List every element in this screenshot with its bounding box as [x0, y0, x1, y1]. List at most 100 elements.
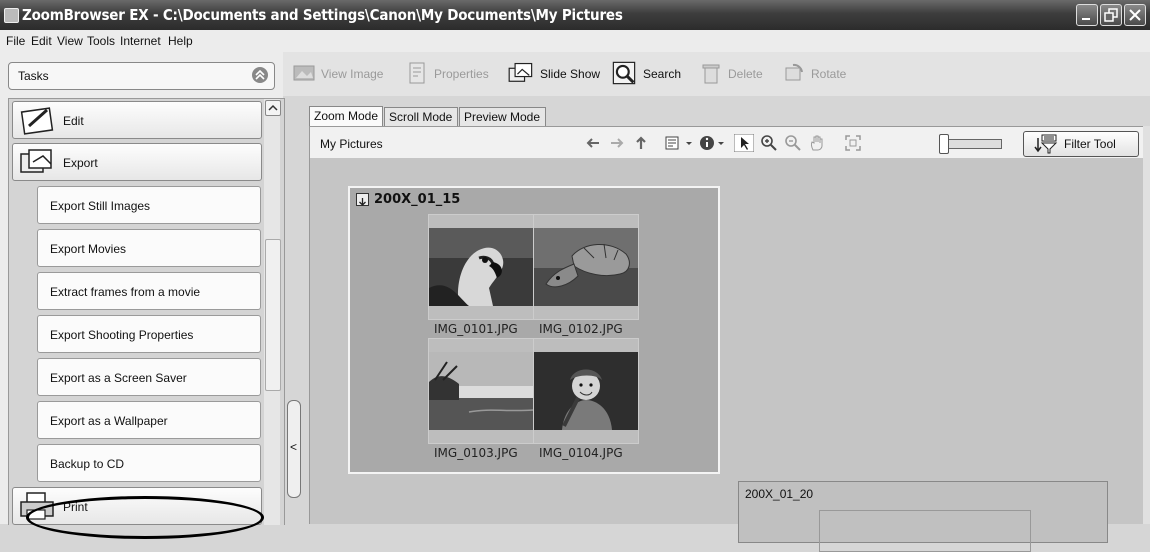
extract-frames-label: Extract frames from a movie [50, 285, 201, 299]
tab-preview-mode[interactable]: Preview Mode [459, 107, 546, 126]
thumbnail-img-0101[interactable] [428, 214, 534, 320]
backup-to-cd-button[interactable]: Backup to CD [37, 444, 261, 482]
view-image-icon [293, 65, 315, 81]
right-edge [1143, 126, 1150, 524]
fit-window-icon[interactable] [844, 134, 862, 152]
hand-pan-icon[interactable] [808, 134, 826, 152]
tortoise-photo [534, 228, 638, 306]
menu-tools[interactable]: Tools [87, 34, 115, 48]
group-title: 200X_01_15 [374, 192, 461, 207]
filter-tool-button[interactable]: Filter Tool [1023, 131, 1139, 157]
beach-sunset-photo [429, 352, 533, 430]
tab-scroll-mode[interactable]: Scroll Mode [384, 107, 458, 126]
close-button[interactable] [1124, 4, 1146, 26]
tasks-label: Tasks [18, 69, 49, 83]
export-icon [20, 149, 52, 173]
back-arrow-icon[interactable] [584, 134, 602, 152]
scroll-thumb[interactable] [265, 239, 281, 391]
export-task-button[interactable]: Export [12, 143, 262, 181]
zoom-slider[interactable] [939, 134, 1002, 154]
export-movies-button[interactable]: Export Movies [37, 229, 261, 267]
group-title: 200X_01_20 [745, 487, 814, 501]
export-task-label: Export [63, 156, 98, 170]
parrot-photo [429, 228, 533, 306]
task-list: Edit Export Export Still Images Export M… [8, 98, 285, 525]
info-icon[interactable] [698, 134, 728, 152]
export-still-images-button[interactable]: Export Still Images [37, 186, 261, 224]
export-shooting-properties-button[interactable]: Export Shooting Properties [37, 315, 261, 353]
export-wallpaper-label: Export as a Wallpaper [50, 414, 168, 428]
chevron-up-icon[interactable] [252, 67, 268, 83]
zoom-out-icon[interactable] [784, 134, 802, 152]
extract-frames-button[interactable]: Extract frames from a movie [37, 272, 261, 310]
filter-tool-label: Filter Tool [1064, 137, 1116, 151]
export-wallpaper-button[interactable]: Export as a Wallpaper [37, 401, 261, 439]
edit-task-label: Edit [63, 114, 84, 128]
filter-icon [1034, 134, 1058, 154]
filename-img-0102: IMG_0102.JPG [539, 322, 623, 336]
browser-header: My Pictures Filter Tool [309, 126, 1145, 160]
export-shooting-properties-label: Export Shooting Properties [50, 328, 194, 342]
tab-preview-mode-label: Preview Mode [464, 110, 541, 124]
menu-edit[interactable]: Edit [31, 34, 52, 48]
collapse-pane-button[interactable]: < [287, 400, 301, 498]
highlight-ellipse [26, 496, 264, 539]
toolbar: View Image Properties Slide Show Search … [283, 52, 1150, 96]
backup-to-cd-label: Backup to CD [50, 457, 125, 471]
search-icon [612, 61, 636, 85]
menu-bar: File Edit View Tools Internet Help [0, 30, 1150, 52]
group-thumbnail-cells [819, 510, 1031, 552]
export-movies-label: Export Movies [50, 242, 127, 256]
zoom-slider-knob[interactable] [939, 134, 949, 154]
breadcrumb: My Pictures [320, 137, 383, 151]
task-scrollbar[interactable] [264, 99, 281, 525]
task-pane: Tasks Edit Export Export Still Images Ex… [0, 52, 285, 539]
search-label: Search [643, 67, 682, 81]
collapse-group-icon[interactable] [356, 193, 369, 206]
tab-scroll-mode-label: Scroll Mode [389, 110, 453, 124]
image-group-200x-01-15[interactable]: 200X_01_15 IMG_0101.JPG IMG_0102.JPG IMG… [348, 186, 720, 474]
window-title: ZoomBrowser EX - C:\Documents and Settin… [22, 6, 623, 24]
image-group-200x-01-20[interactable]: 200X_01_20 [738, 481, 1108, 552]
scroll-up-icon[interactable] [265, 100, 281, 116]
zoom-in-icon[interactable] [760, 134, 778, 152]
menu-file[interactable]: File [6, 34, 25, 48]
collapse-arrow-icon: < [290, 440, 298, 454]
select-mode-icon[interactable] [664, 134, 694, 152]
edit-icon [20, 107, 54, 135]
thumbnail-img-0104[interactable] [533, 338, 639, 444]
app-icon [4, 8, 19, 23]
export-screen-saver-button[interactable]: Export as a Screen Saver [37, 358, 261, 396]
image-browser-area: 200X_01_15 IMG_0101.JPG IMG_0102.JPG IMG… [309, 158, 1145, 552]
filename-img-0101: IMG_0101.JPG [434, 322, 518, 336]
tasks-header[interactable]: Tasks [8, 62, 275, 90]
trash-icon [702, 64, 720, 84]
minimize-button[interactable] [1076, 4, 1098, 26]
edit-task-button[interactable]: Edit [12, 101, 262, 139]
tab-zoom-mode-label: Zoom Mode [314, 109, 379, 123]
menu-internet[interactable]: Internet [120, 34, 161, 48]
export-screen-saver-label: Export as a Screen Saver [50, 371, 187, 385]
slide-show-icon [508, 62, 533, 82]
tab-zoom-mode[interactable]: Zoom Mode [309, 106, 383, 127]
child-photo [534, 352, 638, 430]
properties-label: Properties [434, 67, 489, 81]
thumbnail-img-0102[interactable] [533, 214, 639, 320]
export-still-images-label: Export Still Images [50, 199, 151, 213]
thumbnail-img-0103[interactable] [428, 338, 534, 444]
menu-help[interactable]: Help [168, 34, 193, 48]
rotate-icon [785, 63, 803, 81]
delete-label: Delete [728, 67, 763, 81]
rotate-label: Rotate [811, 67, 847, 81]
slide-show-label: Slide Show [540, 67, 601, 81]
up-folder-icon[interactable] [632, 134, 650, 152]
forward-arrow-icon[interactable] [608, 134, 626, 152]
restore-button[interactable] [1100, 4, 1122, 26]
filename-img-0104: IMG_0104.JPG [539, 446, 623, 460]
filename-img-0103: IMG_0103.JPG [434, 446, 518, 460]
pointer-icon[interactable] [734, 134, 754, 152]
menu-view[interactable]: View [57, 34, 83, 48]
title-bar: ZoomBrowser EX - C:\Documents and Settin… [0, 0, 1150, 30]
view-image-label: View Image [321, 67, 384, 81]
properties-icon [409, 62, 425, 84]
